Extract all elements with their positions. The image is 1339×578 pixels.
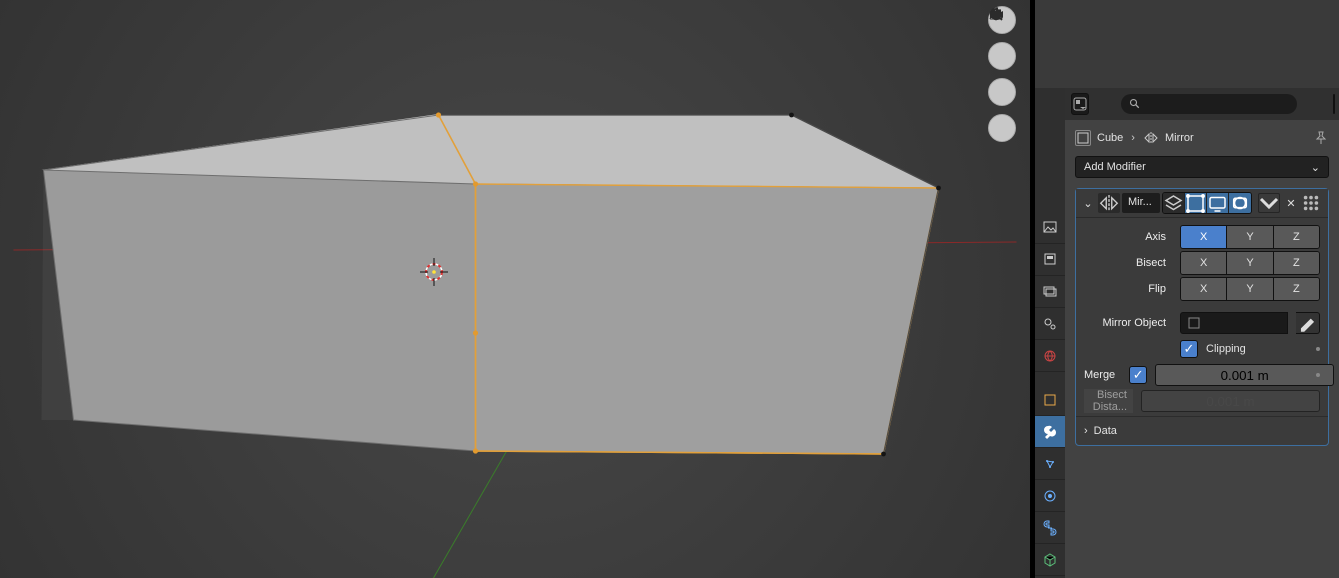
modifier-delete-icon[interactable]: ✕ [1282, 194, 1300, 212]
flip-y-button[interactable]: Y [1227, 278, 1273, 300]
bisect-distance-field [1141, 390, 1320, 412]
merge-value-field[interactable] [1155, 364, 1334, 386]
mirror-object-label: Mirror Object [1084, 317, 1172, 329]
flip-label: Flip [1084, 283, 1172, 295]
bisect-x-button[interactable]: X [1181, 252, 1227, 274]
modifier-data-subpanel: › Data [1076, 416, 1328, 445]
clipping-checkbox[interactable]: ✓ [1180, 340, 1198, 358]
tab-object[interactable] [1035, 384, 1065, 416]
perspective-toggle-icon[interactable] [988, 114, 1016, 142]
flip-z-button[interactable]: Z [1274, 278, 1319, 300]
tab-constraints[interactable] [1035, 512, 1065, 544]
properties-search[interactable] [1121, 94, 1297, 114]
axis-row: Axis X Y Z [1084, 224, 1320, 250]
properties-header [1065, 88, 1339, 120]
viewport-3d[interactable] [0, 0, 1030, 578]
cursor-3d-icon [420, 258, 448, 286]
tab-modifiers[interactable] [1035, 416, 1065, 448]
animatable-dot-icon[interactable] [1316, 373, 1320, 377]
tab-data[interactable] [1035, 544, 1065, 576]
breadcrumb-modifier[interactable]: Mirror [1143, 132, 1194, 144]
display-viewport-icon[interactable] [1207, 193, 1229, 213]
mirror-icon [1143, 132, 1159, 144]
chevron-down-icon: ⌄ [1311, 161, 1320, 174]
breadcrumb-modifier-label: Mirror [1165, 132, 1194, 144]
chevron-right-icon: › [1131, 132, 1135, 144]
viewport-scene [0, 0, 1030, 578]
zoom-view-icon[interactable] [988, 42, 1016, 70]
modifier-panel-mirror: ⌄ Mir... [1075, 188, 1329, 446]
bisect-distance-row: Bisect Dista... [1084, 388, 1320, 414]
axis-y-button[interactable]: Y [1227, 226, 1273, 248]
mirror-object-row: Mirror Object [1084, 310, 1320, 336]
editor-type-dropdown[interactable] [1071, 93, 1089, 115]
object-icon [1075, 130, 1091, 146]
camera-view-icon[interactable] [988, 78, 1016, 106]
clipping-row: ✓ Clipping [1084, 336, 1320, 362]
flip-row: Flip X Y Z [1084, 276, 1320, 302]
add-modifier-label: Add Modifier [1084, 161, 1146, 173]
tab-scene[interactable] [1035, 308, 1065, 340]
display-on-cage-icon[interactable] [1163, 193, 1185, 213]
modifier-drag-handle-icon[interactable] [1302, 194, 1320, 212]
bisect-distance-label: Bisect Dista... [1084, 389, 1133, 413]
add-modifier-dropdown[interactable]: Add Modifier ⌄ [1075, 156, 1329, 178]
merge-row: Merge ✓ [1084, 362, 1320, 388]
bisect-z-button[interactable]: Z [1274, 252, 1319, 274]
axis-z-button[interactable]: Z [1274, 226, 1319, 248]
data-subpanel-label: Data [1094, 425, 1117, 437]
tab-world[interactable] [1035, 340, 1065, 372]
mirror-modifier-icon [1098, 193, 1120, 213]
breadcrumb-object-label: Cube [1097, 132, 1123, 144]
breadcrumb-object[interactable]: Cube [1075, 130, 1123, 146]
object-data-icon [1187, 316, 1201, 330]
modifier-collapse-toggle[interactable]: ⌄ [1080, 197, 1096, 210]
properties-search-input[interactable] [1147, 98, 1289, 110]
modifier-header: ⌄ Mir... [1076, 189, 1328, 218]
search-icon [1129, 98, 1141, 110]
pin-icon[interactable] [1313, 130, 1329, 146]
flip-x-button[interactable]: X [1181, 278, 1227, 300]
breadcrumb: Cube › Mirror [1065, 120, 1339, 156]
properties-options-icon[interactable] [1333, 94, 1335, 114]
viewport-nav-gizmo [988, 6, 1016, 142]
chevron-right-icon: › [1084, 425, 1088, 437]
tab-particles[interactable] [1035, 448, 1065, 480]
tab-output[interactable] [1035, 244, 1065, 276]
bisect-row: Bisect X Y Z [1084, 250, 1320, 276]
properties-tab-strip [1035, 88, 1065, 578]
modifier-name-field[interactable]: Mir... [1122, 193, 1160, 213]
animatable-dot-icon[interactable] [1316, 347, 1320, 351]
clipping-label: Clipping [1206, 343, 1246, 355]
axis-label: Axis [1084, 231, 1172, 243]
display-edit-mode-icon[interactable] [1185, 193, 1207, 213]
bisect-label: Bisect [1084, 257, 1172, 269]
modifier-extras-dropdown[interactable] [1258, 193, 1280, 213]
mirror-object-field[interactable] [1180, 312, 1288, 334]
tab-view-layer[interactable] [1035, 276, 1065, 308]
tab-render[interactable] [1035, 212, 1065, 244]
merge-label: Merge [1084, 369, 1121, 381]
eyedropper-icon[interactable] [1296, 312, 1320, 334]
tab-physics[interactable] [1035, 480, 1065, 512]
data-subpanel-toggle[interactable]: › Data [1084, 425, 1320, 437]
merge-checkbox[interactable]: ✓ [1129, 366, 1147, 384]
bisect-y-button[interactable]: Y [1227, 252, 1273, 274]
outliner-area[interactable] [1035, 0, 1339, 88]
axis-x-button[interactable]: X [1181, 226, 1227, 248]
properties-modifiers-panel: Cube › Mirror Add Modifier ⌄ [1065, 88, 1339, 578]
display-render-icon[interactable] [1229, 193, 1251, 213]
